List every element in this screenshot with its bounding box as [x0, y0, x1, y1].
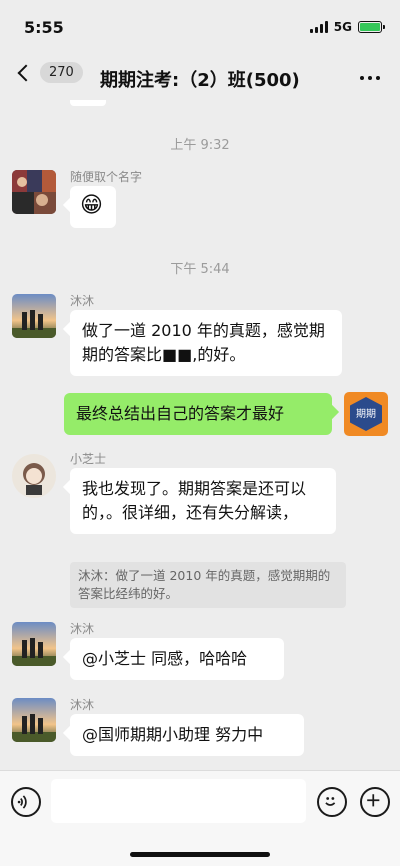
sender-name: 随便取个名字: [70, 170, 143, 184]
message-bubble[interactable]: 做了一道 2010 年的真题，感觉期期的答案比■■,的好。: [70, 310, 342, 376]
status-time: 5:55: [24, 18, 64, 37]
more-functions-button[interactable]: [360, 787, 390, 817]
unread-count-badge: 270: [40, 62, 83, 83]
voice-wave-icon: [17, 795, 27, 809]
message-bubble[interactable]: @小芝士 同感，哈哈哈: [70, 638, 284, 680]
voice-input-button[interactable]: [11, 787, 41, 817]
previous-message-bubble: [70, 100, 106, 106]
sender-name: 沐沐: [70, 622, 95, 636]
message-bubble[interactable]: 我也发现了。期期答案是还可以的，。很详细，还有失分解读，: [70, 468, 336, 534]
cellular-signal-icon: [309, 21, 328, 33]
message-bubble[interactable]: @国师期期小助理 努力中: [70, 714, 304, 756]
sender-name: 沐沐: [70, 698, 95, 712]
own-avatar-text: 期期: [350, 397, 382, 431]
message-list[interactable]: 上午 9:32 随便取个名字 😁 下午 5:44 沐沐 做了一道 2010 年的…: [0, 100, 400, 770]
home-indicator: [130, 852, 270, 857]
message-bubble[interactable]: 😁: [70, 186, 116, 228]
avatar[interactable]: [12, 698, 56, 742]
chat-title: 期期注考:（2）班(500): [100, 70, 300, 91]
avatar[interactable]: [12, 294, 56, 338]
smiley-icon: [325, 797, 336, 806]
status-indicators: 5G: [309, 20, 385, 34]
time-divider: 上午 9:32: [170, 138, 230, 153]
time-divider: 下午 5:44: [170, 262, 230, 277]
avatar[interactable]: [12, 622, 56, 666]
status-bar: 5:55 5G: [0, 0, 400, 54]
more-options-button[interactable]: [360, 76, 380, 80]
sunset-silhouette-avatar-icon: [12, 294, 56, 338]
chat-header: 270 期期注考:（2）班(500): [0, 54, 400, 100]
back-button[interactable]: 270: [14, 62, 83, 83]
sender-name: 沐沐: [70, 294, 95, 308]
chevron-left-icon: [17, 64, 35, 81]
avatar[interactable]: [12, 454, 56, 498]
collage-avatar-icon: [12, 170, 56, 214]
quoted-message[interactable]: 沐沐：做了一道 2010 年的真题，感觉期期的答案比经纬的好。: [70, 562, 346, 608]
battery-icon: [358, 21, 385, 33]
sender-name: 小芝士: [70, 452, 107, 466]
network-type: 5G: [333, 20, 352, 34]
avatar[interactable]: [12, 170, 56, 214]
message-input[interactable]: [51, 779, 306, 823]
girl-illustration-avatar-icon: [12, 454, 56, 498]
sunset-silhouette-avatar-icon: [12, 698, 56, 742]
sunset-silhouette-avatar-icon: [12, 622, 56, 666]
emoji-button[interactable]: [317, 787, 347, 817]
own-avatar[interactable]: 期期: [344, 392, 388, 436]
own-message-bubble[interactable]: 最终总结出自己的答案才最好: [64, 393, 332, 435]
plus-icon: [367, 794, 380, 807]
